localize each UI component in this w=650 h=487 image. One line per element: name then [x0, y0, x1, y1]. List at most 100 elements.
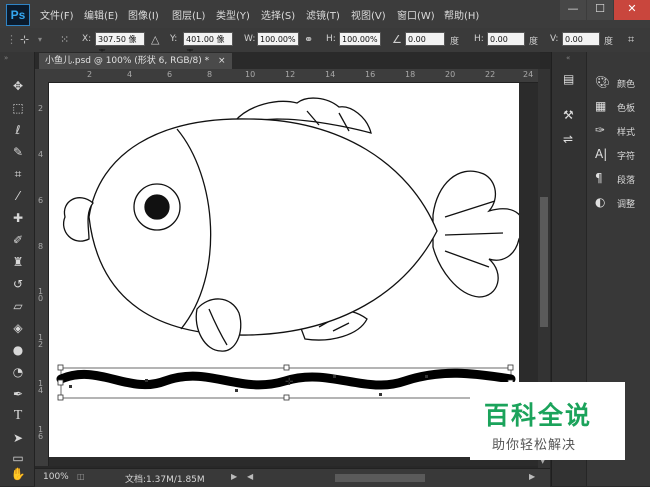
menu-layer[interactable]: 图层(L) — [172, 7, 205, 22]
ruler-label: 1 2 — [38, 333, 44, 349]
minimize-button[interactable]: — — [560, 0, 586, 20]
close-button[interactable]: ✕ — [614, 0, 650, 20]
status-icon: ◫ — [77, 472, 85, 481]
ruler-label: 8 — [38, 242, 44, 251]
canvas-area[interactable]: ✛ — [49, 83, 538, 466]
panel-paragraph[interactable]: ¶ 段落 — [593, 170, 649, 186]
panel-swatches[interactable]: ▦ 色板 — [593, 98, 649, 114]
move-tool-icon[interactable]: ✥ — [10, 78, 26, 94]
grip-icon: ⋮ — [6, 33, 17, 46]
x-label: X: — [82, 34, 92, 44]
actions-icon[interactable]: ⚒ — [563, 108, 574, 122]
path-selection-tool-icon[interactable]: ➤ — [10, 430, 26, 446]
menu-select[interactable]: 选择(S) — [261, 7, 295, 22]
layer-comps-icon[interactable]: ⇌ — [563, 132, 573, 146]
photoshop-logo: Ps — [6, 4, 30, 26]
ruler-label: 6 — [167, 70, 173, 79]
angle-icon: ∠ — [392, 33, 402, 46]
menu-view[interactable]: 视图(V) — [351, 7, 386, 22]
link-icon[interactable]: ⚭ — [304, 33, 313, 46]
ruler-label: 1 0 — [38, 287, 44, 303]
ruler-label: 2 — [87, 70, 93, 79]
panel-styles[interactable]: ✑ 样式 — [593, 122, 649, 138]
character-icon: A| — [595, 147, 608, 161]
skew-v-unit: 度 — [604, 37, 614, 47]
document-canvas[interactable]: ✛ — [49, 83, 519, 457]
menu-filter[interactable]: 滤镜(T) — [306, 7, 340, 22]
rotation-field[interactable]: 0.00 — [405, 32, 445, 46]
document-tab[interactable]: 小鱼儿.psd @ 100% (形状 6, RGB/8) * × — [39, 53, 232, 69]
menu-type[interactable]: 类型(Y) — [216, 7, 250, 22]
fish-body — [88, 118, 438, 336]
watermark-title: 百科全说 — [484, 401, 593, 430]
menu-window[interactable]: 窗口(W) — [397, 7, 435, 22]
menu-file[interactable]: 文件(F) — [40, 7, 74, 22]
menu-help[interactable]: 帮助(H) — [444, 7, 479, 22]
brush-tool-icon[interactable]: ✐ — [10, 232, 26, 248]
blur-tool-icon[interactable]: ● — [10, 342, 26, 358]
height-field[interactable]: 100.00% — [339, 32, 381, 46]
panel-label: 颜色 — [617, 80, 636, 90]
y-position-field[interactable]: 401.00 像素 — [183, 32, 233, 58]
delta-icon[interactable]: △ — [151, 33, 159, 46]
adjustments-icon: ◐ — [595, 195, 606, 209]
x-position-field[interactable]: 307.50 像素 — [95, 32, 145, 58]
vertical-ruler[interactable]: 2 4 6 8 1 0 1 2 1 4 1 6 — [35, 82, 49, 466]
fish-pupil — [144, 194, 170, 220]
marquee-tool-icon[interactable]: ⬚ — [10, 100, 26, 116]
collapse-icon[interactable]: « — [566, 54, 570, 62]
chevron-down-icon[interactable]: ▾ — [38, 35, 42, 44]
ruler-label: 4 — [127, 70, 133, 79]
lasso-tool-icon[interactable]: ℓ — [10, 122, 26, 138]
swatches-icon: ▦ — [595, 99, 607, 113]
vertical-scroll-thumb[interactable] — [540, 197, 548, 327]
shape-tool-icon[interactable]: ▭ — [10, 450, 26, 466]
quick-select-tool-icon[interactable]: ✎ — [10, 144, 26, 160]
clone-stamp-tool-icon[interactable]: ♜ — [10, 254, 26, 270]
fish-mouth — [63, 197, 94, 242]
ruler-label: 10 — [245, 70, 256, 79]
maximize-button[interactable]: ☐ — [587, 0, 613, 20]
tab-close-icon[interactable]: × — [218, 56, 226, 66]
panel-character[interactable]: A| 字符 — [593, 146, 649, 162]
paint-bucket-tool-icon[interactable]: ◈ — [10, 320, 26, 336]
type-tool-icon[interactable]: T — [10, 408, 26, 424]
reference-point-icon[interactable]: ⁙ — [60, 33, 69, 46]
menu-image[interactable]: 图像(I) — [128, 7, 159, 22]
eyedropper-tool-icon[interactable]: ⁄ — [10, 188, 26, 204]
dodge-tool-icon[interactable]: ◔ — [10, 364, 26, 380]
watermark-subtitle: 助你轻松解决 — [492, 438, 577, 453]
document-info: 文档:1.37M/1.85M — [125, 475, 205, 485]
skew-v-field[interactable]: 0.00 — [562, 32, 600, 46]
crop-tool-icon[interactable]: ⌗ — [10, 166, 26, 182]
panel-label: 样式 — [617, 128, 636, 138]
eraser-tool-icon[interactable]: ▱ — [10, 298, 26, 314]
ruler-label: 6 — [38, 196, 44, 205]
ruler-label: 1 6 — [38, 425, 44, 441]
panel-adjustments[interactable]: ◐ 调整 — [593, 194, 649, 210]
panel-color[interactable]: 🎨︎ 颜色 — [593, 74, 649, 90]
healing-brush-tool-icon[interactable]: ✚ — [10, 210, 26, 226]
horizontal-scroll-thumb[interactable] — [335, 474, 425, 482]
tools-panel: » ✥ ⬚ ℓ ✎ ⌗ ⁄ ✚ ✐ ♜ ↺ ▱ ◈ ● ◔ ✒ T ➤ ▭ ✋ — [0, 52, 35, 486]
history-brush-tool-icon[interactable]: ↺ — [10, 276, 26, 292]
status-menu-icon[interactable]: ▶ — [231, 472, 237, 481]
width-field[interactable]: 100.00% — [257, 32, 299, 46]
scroll-left-icon[interactable]: ◀ — [247, 472, 253, 481]
transform-tool-icon[interactable]: ⊹ — [20, 33, 29, 46]
pen-tool-icon[interactable]: ✒ — [10, 386, 26, 402]
menu-edit[interactable]: 编辑(E) — [84, 7, 118, 22]
hand-tool-icon[interactable]: ✋ — [10, 466, 26, 482]
panel-label: 色板 — [617, 104, 636, 114]
y-label: Y: — [170, 34, 178, 44]
collapse-icon[interactable]: » — [4, 54, 8, 62]
w-label: W: — [244, 34, 256, 44]
warp-icon[interactable]: ⌗ — [628, 33, 634, 47]
horizontal-ruler[interactable]: 2 4 6 8 10 12 14 16 18 20 22 24 — [49, 69, 538, 83]
zoom-level[interactable]: 100% — [43, 472, 69, 482]
document-tab-bar: 小鱼儿.psd @ 100% (形状 6, RGB/8) * × — [35, 52, 540, 69]
scroll-right-icon[interactable]: ▶ — [529, 472, 535, 481]
skew-v-label: V: — [550, 34, 559, 44]
history-icon[interactable]: ▤ — [563, 72, 574, 86]
skew-h-field[interactable]: 0.00 — [487, 32, 525, 46]
